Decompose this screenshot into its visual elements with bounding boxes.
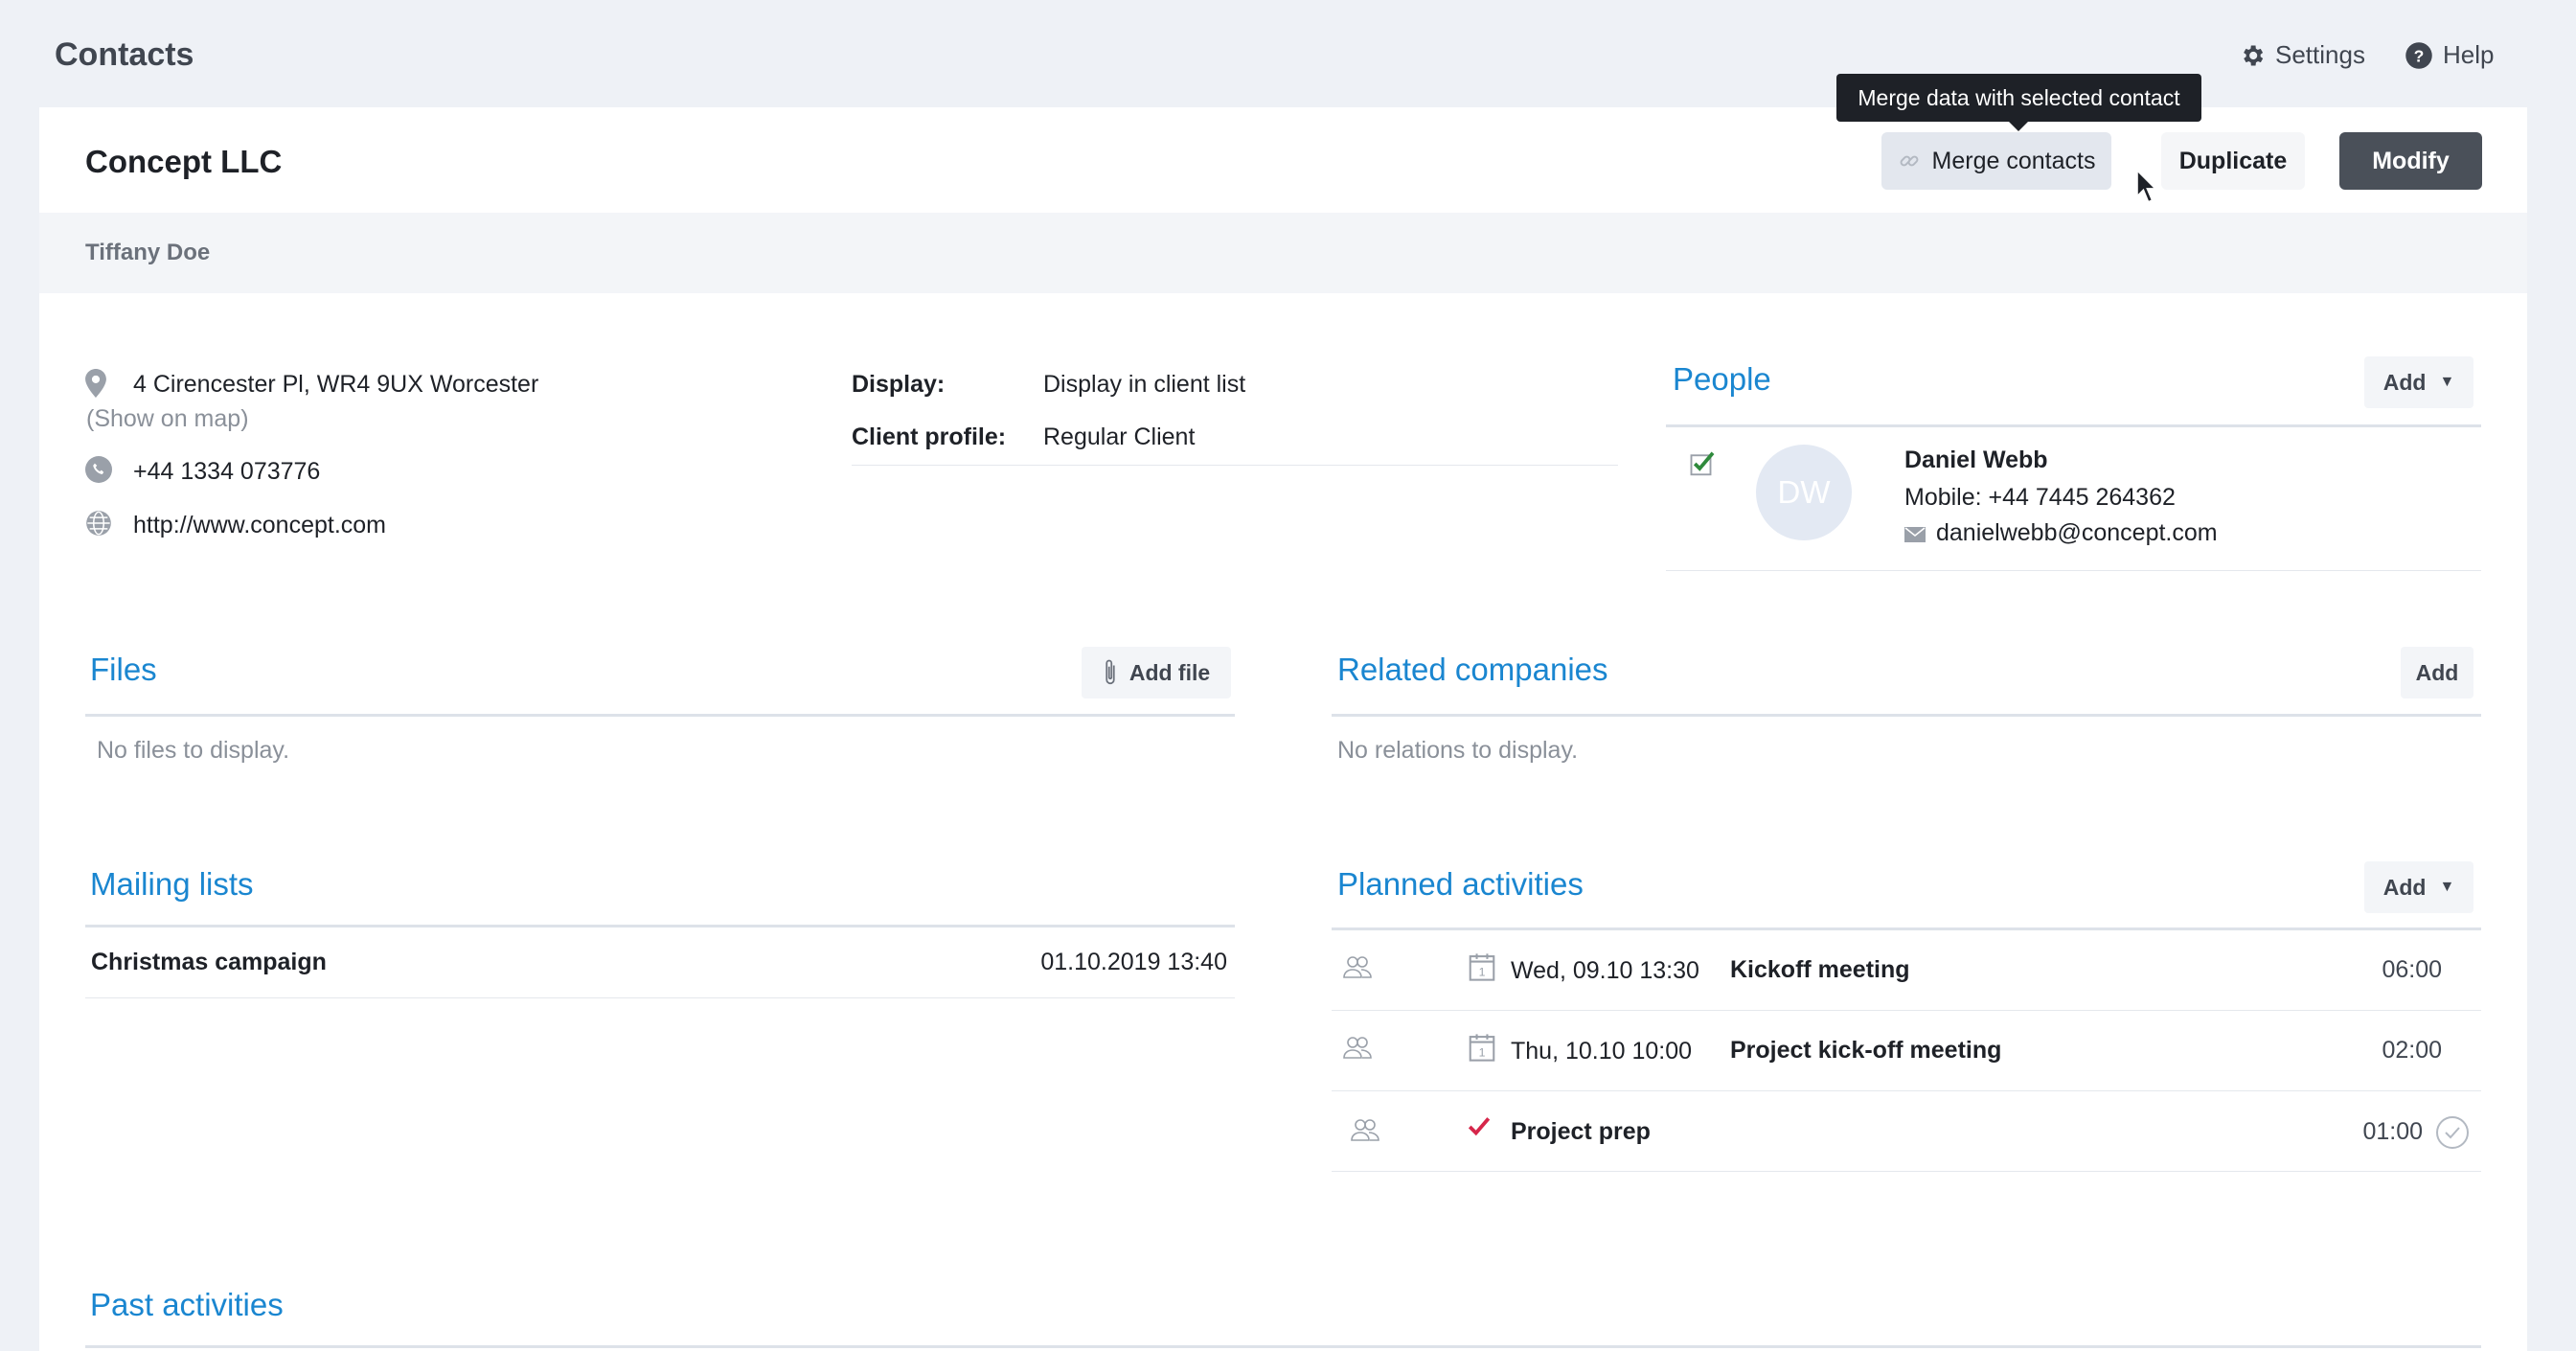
people-icon [1343, 956, 1372, 978]
person-mobile: Mobile: +44 7445 264362 [1904, 484, 2176, 511]
paperclip-icon [1106, 659, 1115, 685]
people-add-label: Add [2382, 369, 2427, 395]
files-divider [85, 714, 1235, 717]
people-icon [1343, 1037, 1372, 1059]
address-text: 4 Cirencester Pl, WR4 9UX Worcester [133, 371, 539, 398]
activity-date: Thu, 10.10 10:00 [1511, 1038, 1693, 1065]
planned-activities-title: Planned activities [1337, 866, 1584, 902]
person-name[interactable]: Daniel Webb [1904, 447, 2048, 474]
phone-icon [85, 456, 112, 483]
activity-row-divider [1332, 1010, 2481, 1011]
show-on-map-link[interactable]: (Show on map) [86, 405, 249, 433]
merge-tooltip: Merge data with selected contact [1836, 74, 2201, 131]
activity-row-divider [1332, 1090, 2481, 1091]
mouse-cursor-icon [2135, 169, 2158, 204]
people-icon [1351, 1119, 1379, 1141]
contact-person-bar: Tiffany Doe [39, 213, 2527, 293]
planned-add-button[interactable]: Add ▼ [2364, 861, 2473, 913]
add-file-button[interactable]: Add file [1082, 647, 1231, 698]
related-empty-text: No relations to display. [1337, 737, 1579, 764]
divider [852, 465, 1618, 466]
avatar: DW [1756, 445, 1852, 540]
past-divider [85, 1345, 2481, 1348]
related-companies-title: Related companies [1337, 652, 1608, 687]
add-file-label: Add file [1128, 659, 1211, 685]
checkmark-icon [1468, 1117, 1491, 1136]
help-link[interactable]: ? Help [2405, 40, 2494, 70]
complete-circle-icon[interactable] [2435, 1115, 2470, 1150]
settings-link[interactable]: Settings [2239, 40, 2365, 70]
planned-divider [1332, 927, 2481, 930]
people-title: People [1673, 361, 1771, 397]
duplicate-button[interactable]: Duplicate [2161, 132, 2305, 190]
globe-icon [86, 511, 111, 536]
past-activities-title: Past activities [90, 1287, 284, 1322]
phone-number[interactable]: +44 1334 073776 [133, 458, 320, 486]
planned-add-label: Add [2382, 874, 2427, 900]
contact-person-name: Tiffany Doe [85, 240, 211, 265]
calendar-icon: 1 [1469, 953, 1495, 981]
page-title: Contacts [55, 36, 194, 73]
activity-date: Wed, 09.10 13:30 [1511, 957, 1699, 984]
activity-duration: 02:00 [2382, 1037, 2442, 1064]
link-icon [1900, 155, 1918, 167]
person-email[interactable]: danielwebb@concept.com [1936, 519, 2218, 547]
contact-card: Concept LLC Merge contacts Duplicate Mod… [39, 107, 2527, 1351]
merge-contacts-label: Merge contacts [1931, 147, 2096, 174]
gear-icon [2244, 45, 2264, 65]
people-divider [1666, 424, 2481, 427]
modify-button[interactable]: Modify [2339, 132, 2482, 190]
people-add-button[interactable]: Add ▼ [2364, 356, 2473, 408]
mailing-divider [85, 925, 1235, 927]
activity-row-divider [1332, 1171, 2481, 1172]
files-title: Files [90, 652, 157, 687]
activity-duration: 01:00 [2362, 1118, 2423, 1145]
display-value: Display in client list [1043, 371, 1246, 398]
help-icon: ? [2405, 41, 2432, 69]
related-add-button[interactable]: Add [2401, 647, 2473, 698]
chevron-down-icon: ▼ [2439, 374, 2455, 390]
checkbox-checked-icon[interactable] [1689, 449, 1718, 478]
people-row-divider [1666, 570, 2481, 571]
mail-icon [1904, 527, 1926, 542]
location-pin-icon [85, 369, 106, 398]
help-label: Help [2443, 40, 2495, 69]
activity-name[interactable]: Kickoff meeting [1730, 956, 1910, 984]
merge-contacts-button[interactable]: Merge contacts [1881, 132, 2111, 190]
svg-text:1: 1 [1479, 1046, 1486, 1060]
display-label: Display: [852, 371, 946, 398]
activity-name[interactable]: Project prep [1511, 1118, 1651, 1146]
activity-duration: 06:00 [2382, 956, 2442, 983]
client-profile-label: Client profile: [852, 424, 1007, 450]
svg-text:?: ? [2414, 46, 2425, 65]
files-empty-text: No files to display. [97, 737, 290, 764]
calendar-icon: 1 [1469, 1034, 1495, 1062]
website-link[interactable]: http://www.concept.com [133, 512, 386, 539]
client-profile-value: Regular Client [1043, 424, 1196, 450]
activity-name[interactable]: Project kick-off meeting [1730, 1037, 2001, 1065]
mailing-list-name[interactable]: Christmas campaign [91, 949, 327, 976]
mailing-list-date: 01.10.2019 13:40 [1040, 949, 1227, 975]
mailing-row-divider [85, 997, 1235, 998]
svg-text:1: 1 [1479, 966, 1486, 979]
related-divider [1332, 714, 2481, 717]
company-name: Concept LLC [85, 144, 283, 179]
chevron-down-icon: ▼ [2439, 879, 2455, 895]
settings-label: Settings [2275, 40, 2365, 69]
mailing-lists-title: Mailing lists [90, 866, 254, 902]
